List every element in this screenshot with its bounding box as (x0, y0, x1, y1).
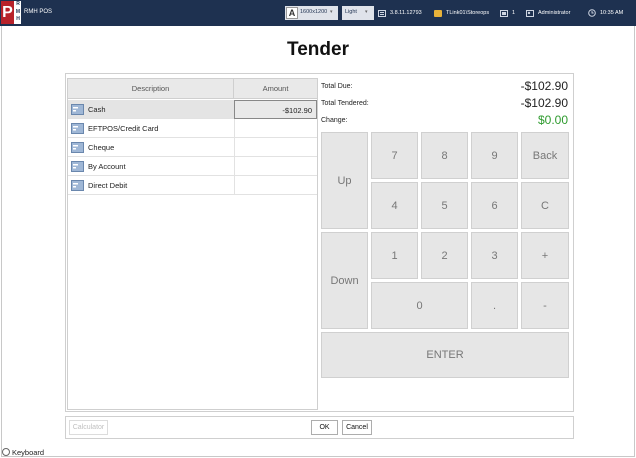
tender-description: Cheque (88, 143, 115, 152)
tender-type-icon (71, 123, 84, 134)
column-header-amount[interactable]: Amount (234, 79, 317, 99)
title-bar: P R M H RMH POS A 1600x1200 ▾ Light ▾ 3.… (0, 0, 636, 26)
total-tendered-row: Total Tendered: -$102.90 (321, 96, 571, 114)
tender-amount[interactable]: -$102.90 (234, 100, 317, 119)
user-icon (526, 9, 534, 17)
plus-button[interactable]: + (521, 232, 569, 279)
total-tendered-label: Total Tendered: (321, 100, 369, 107)
store-info: TLink01\Storeops (434, 6, 489, 20)
store-icon (434, 9, 442, 17)
tender-description: Cash (88, 105, 106, 114)
change-row: Change: $0.00 (321, 113, 571, 131)
key-7[interactable]: 7 (371, 132, 418, 179)
key-1[interactable]: 1 (371, 232, 418, 279)
column-header-description[interactable]: Description (68, 79, 234, 99)
info-icon (378, 9, 386, 17)
key-3[interactable]: 3 (471, 232, 518, 279)
tender-description: EFTPOS/Credit Card (88, 124, 159, 133)
enter-button[interactable]: ENTER (321, 332, 569, 378)
key-5[interactable]: 5 (421, 182, 468, 229)
store-text: TLink01\Storeops (446, 10, 490, 16)
app-logo: P R M H (1, 1, 21, 24)
tender-row-by-account[interactable]: By Account (68, 157, 317, 176)
down-button[interactable]: Down (321, 232, 368, 329)
logo-letter: P (1, 1, 14, 24)
tender-type-icon (71, 104, 84, 115)
chevron-down-icon: ▾ (330, 9, 333, 15)
tender-description: By Account (88, 162, 126, 171)
tender-amount[interactable] (234, 119, 317, 138)
calculator-button[interactable]: Calculator (69, 420, 108, 435)
register-icon (500, 9, 508, 17)
tender-amount[interactable] (234, 157, 317, 176)
minus-button[interactable]: - (521, 282, 569, 329)
keyboard-toggle[interactable]: Keyboard (2, 446, 44, 458)
ok-button[interactable]: OK (311, 420, 338, 435)
tender-row-cheque[interactable]: Cheque (68, 138, 317, 157)
tender-type-icon (71, 180, 84, 191)
total-tendered-value: -$102.90 (520, 96, 568, 110)
clock-icon (588, 9, 596, 17)
key-8[interactable]: 8 (421, 132, 468, 179)
up-button[interactable]: Up (321, 132, 368, 229)
tender-amount[interactable] (234, 176, 317, 195)
resolution-dropdown[interactable]: A 1600x1200 ▾ (285, 6, 338, 20)
key-9[interactable]: 9 (471, 132, 518, 179)
app-title: RMH POS (24, 9, 53, 15)
theme-dropdown[interactable]: Light ▾ (342, 6, 374, 20)
total-due-label: Total Due: (321, 83, 353, 90)
change-value: $0.00 (537, 113, 568, 127)
change-label: Change: (321, 117, 348, 124)
user-info: Administrator (526, 6, 570, 20)
tender-type-icon (71, 161, 84, 172)
tender-row-eftpos[interactable]: EFTPOS/Credit Card (68, 119, 317, 138)
decimal-button[interactable]: . (471, 282, 518, 329)
user-text: Administrator (538, 10, 571, 16)
tender-amount[interactable] (234, 138, 317, 157)
total-due-value: -$102.90 (520, 79, 568, 93)
chevron-down-icon: ▾ (365, 9, 368, 15)
clear-button[interactable]: C (521, 182, 569, 229)
tender-row-cash[interactable]: Cash -$102.90 (68, 100, 317, 119)
key-4[interactable]: 4 (371, 182, 418, 229)
cancel-button[interactable]: Cancel (342, 420, 372, 435)
tender-row-direct-debit[interactable]: Direct Debit (68, 176, 317, 195)
keyboard-label: Keyboard (12, 447, 45, 457)
font-size-icon[interactable]: A (286, 7, 298, 19)
key-6[interactable]: 6 (471, 182, 518, 229)
clock-info: 10:35 AM (588, 6, 623, 20)
tender-description: Direct Debit (88, 181, 128, 190)
key-2[interactable]: 2 (421, 232, 468, 279)
back-button[interactable]: Back (521, 132, 569, 179)
tender-type-icon (71, 142, 84, 153)
tender-table: Description Amount Cash -$102.90 EFTPOS/… (67, 78, 318, 410)
total-due-row: Total Due: -$102.90 (321, 79, 571, 97)
logo-side-letters: R M H (15, 1, 21, 22)
key-0[interactable]: 0 (371, 282, 468, 329)
table-header: Description Amount (68, 79, 317, 99)
resolution-value: 1600x1200 (300, 9, 328, 15)
theme-value: Light (345, 9, 357, 15)
version-info: 3.8.11.12793 (378, 6, 422, 20)
register-info: 1 (500, 6, 515, 20)
version-text: 3.8.11.12793 (390, 10, 422, 16)
time-text: 10:35 AM (600, 10, 624, 16)
register-text: 1 (512, 10, 516, 16)
keyboard-icon (2, 448, 10, 456)
page-title: Tender (287, 39, 349, 60)
